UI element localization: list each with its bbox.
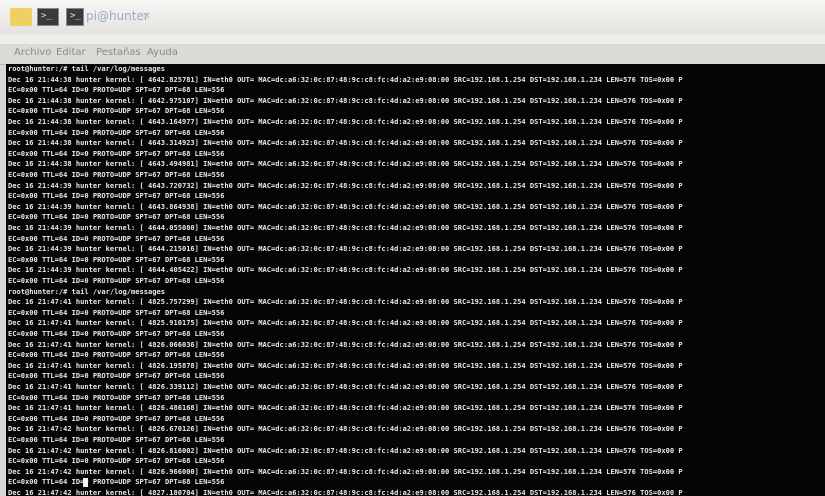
terminal-line: root@hunter:/# tail /var/log/messages (8, 286, 165, 296)
terminal-line: Dec 16 21:44:39 hunter kernel: [ 4644.05… (8, 223, 683, 232)
terminal-line: EC=0x00 TTL=64 ID=0 PROTO=UDP SPT=67 DPT… (8, 254, 225, 264)
terminal-line: Dec 16 21:44:38 hunter kernel: [ 4642.97… (8, 95, 683, 105)
terminal-line: EC=0x00 TTL=64 ID=0 PROTO=UDP SPT=67 DPT… (8, 435, 225, 444)
terminal-line: Dec 16 21:47:41 hunter kernel: [ 4826.48… (8, 403, 683, 413)
taskbar: >_ >_ pi@hunter × (0, 0, 825, 35)
terminal-output[interactable]: root@hunter:/# tail /var/log/messages Dec… (6, 64, 825, 496)
terminal-line: EC=0x00 TTL=64 ID=0 PROTO=UDP SPT=67 DPT… (8, 329, 225, 338)
terminal-line: EC=0x00 TTL=64 ID=0 PROTO=UDP SPT=67 DPT… (8, 191, 225, 201)
terminal-line: Dec 16 21:47:41 hunter kernel: [ 4825.91… (8, 318, 683, 328)
menu-archivo[interactable]: Archivo (14, 47, 51, 58)
menu-ayuda[interactable]: Ayuda (147, 47, 178, 58)
menu-bar: Archivo Editar Pestañas Ayuda (0, 44, 825, 65)
terminal-line: EC=0x00 TTL=64 ID=0 PROTO=UDP SPT=67 DPT… (8, 127, 225, 137)
terminal-line: Dec 16 21:47:41 hunter kernel: [ 4826.33… (8, 382, 683, 391)
close-icon[interactable]: × (142, 9, 151, 22)
terminal-line: Dec 16 21:44:39 hunter kernel: [ 4643.72… (8, 180, 683, 190)
terminal-line: EC=0x00 TTL=64 ID=0 PROTO=UDP SPT=67 DPT… (8, 85, 225, 95)
terminal-line: EC=0x00 TTL=64 ID=0 PROTO=UDP SPT=67 DPT… (8, 392, 225, 402)
terminal-line: EC=0x00 TTL=64 ID=0 PROTO=UDP SPT=67 DPT… (8, 233, 225, 243)
terminal-line: EC=0x00 TTL=64 ID=0 PROTO=UDP SPT=67 DPT… (8, 477, 225, 487)
window-titlebar[interactable] (0, 34, 825, 44)
terminal-line: EC=0x00 TTL=64 ID=0 PROTO=UDP SPT=67 DPT… (8, 307, 225, 317)
terminal-line: EC=0x00 TTL=64 ID=0 PROTO=UDP SPT=67 DPT… (8, 371, 225, 381)
terminal-line: EC=0x00 TTL=64 ID=0 PROTO=UDP SPT=67 DPT… (8, 148, 225, 158)
folder-icon[interactable] (10, 8, 32, 26)
terminal-prompt-glyph: >_ (41, 11, 52, 21)
terminal-line: EC=0x00 TTL=64 ID=0 PROTO=UDP SPT=67 DPT… (8, 413, 225, 423)
terminal-line: Dec 16 21:44:39 hunter kernel: [ 4644.21… (8, 244, 683, 254)
menu-editar[interactable]: Editar (56, 47, 86, 58)
terminal-line: Dec 16 21:44:39 hunter kernel: [ 4644.40… (8, 265, 683, 275)
terminal-line: Dec 16 21:44:38 hunter kernel: [ 4643.49… (8, 159, 683, 169)
terminal-line: Dec 16 21:44:39 hunter kernel: [ 4643.86… (8, 201, 683, 211)
terminal-line: Dec 16 21:44:38 hunter kernel: [ 4643.31… (8, 138, 683, 148)
terminal-line: Dec 16 21:47:41 hunter kernel: [ 4825.75… (8, 297, 683, 307)
terminal-line: Dec 16 21:47:41 hunter kernel: [ 4826.19… (8, 360, 683, 370)
terminal-line: root@hunter:/# tail /var/log/messages (8, 64, 165, 73)
terminal-line: EC=0x00 TTL=64 ID=0 PROTO=UDP SPT=67 DPT… (8, 456, 225, 466)
terminal-line: Dec 16 21:44:38 hunter kernel: [ 4642.82… (8, 74, 683, 84)
text-cursor (83, 478, 88, 487)
terminal-line: Dec 16 21:47:41 hunter kernel: [ 4826.06… (8, 339, 683, 349)
terminal-line: EC=0x00 TTL=64 ID=0 PROTO=UDP SPT=67 DPT… (8, 350, 225, 360)
terminal-line: EC=0x00 TTL=64 ID=0 PROTO=UDP SPT=67 DPT… (8, 106, 225, 116)
terminal-prompt-glyph-small: >_ (70, 11, 81, 21)
terminal-icon[interactable]: >_ (37, 8, 59, 26)
terminal-line: Dec 16 21:47:42 hunter kernel: [ 4826.96… (8, 466, 683, 476)
terminal-window-icon[interactable]: >_ (66, 8, 84, 26)
terminal-line: EC=0x00 TTL=64 ID=0 PROTO=UDP SPT=67 DPT… (8, 170, 225, 179)
terminal-line: Dec 16 21:47:42 hunter kernel: [ 4826.67… (8, 424, 683, 434)
menu-pestanas[interactable]: Pestañas (96, 47, 141, 58)
terminal-line: EC=0x00 TTL=64 ID=0 PROTO=UDP SPT=67 DPT… (8, 212, 225, 222)
terminal-line: Dec 16 21:47:42 hunter kernel: [ 4827.18… (8, 488, 683, 496)
terminal-line: EC=0x00 TTL=64 ID=0 PROTO=UDP SPT=67 DPT… (8, 276, 225, 285)
terminal-line: Dec 16 21:44:38 hunter kernel: [ 4643.16… (8, 117, 683, 126)
terminal-line: Dec 16 21:47:42 hunter kernel: [ 4826.81… (8, 445, 683, 455)
taskbar-window-label[interactable]: pi@hunter (86, 9, 149, 23)
